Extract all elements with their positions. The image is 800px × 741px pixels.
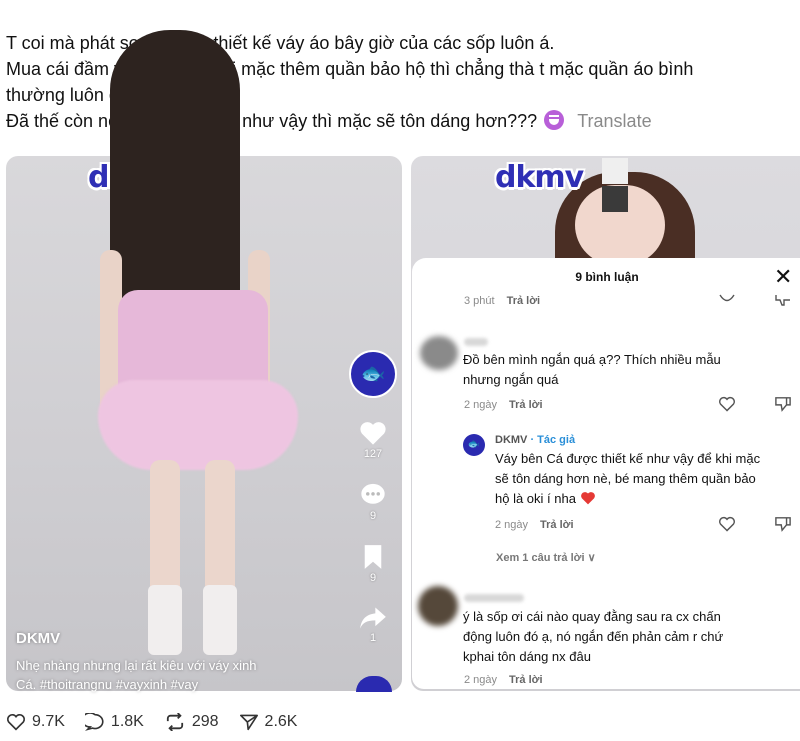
model-leg [150, 460, 180, 600]
fish-avatar-icon[interactable]: 🐟 [349, 350, 397, 398]
comment-line: động luôn đó ạ, nó ngắn đến phản cảm r c… [463, 629, 724, 644]
repost-count: 298 [191, 713, 219, 730]
dkmv-avatar-icon[interactable]: 🐟 [463, 434, 485, 456]
author-name: DKMV [495, 434, 528, 446]
repost-stat[interactable]: 298 [164, 713, 219, 731]
heart-outline-icon[interactable] [718, 294, 736, 306]
video-author[interactable]: DKMV [16, 630, 60, 647]
model-hair [110, 30, 240, 330]
dislike-icon[interactable] [774, 396, 792, 412]
blurred-username [464, 594, 524, 602]
comment-author[interactable]: DKMV · Tác giả [495, 434, 575, 446]
view-more-replies[interactable]: Xem 1 câu trả lời ∨ [496, 551, 596, 564]
laughing-emoji-icon [544, 110, 565, 130]
translate-link[interactable]: Translate [577, 111, 651, 131]
comment-meta: 2 ngày Trả lời [495, 519, 574, 531]
comment-text: ý là sốp ơi cái nào quay đằng sau ra cx … [463, 607, 793, 667]
comment-line: sẽ tôn dáng hơn nè, bé mang thêm quần bả… [495, 471, 756, 486]
pixelated-sticker [602, 158, 628, 184]
comment-line: Váy bên Cá được thiết kế như vậy để khi … [495, 451, 761, 466]
heart-icon [360, 422, 386, 445]
save-action[interactable]: 9 [348, 544, 398, 584]
like-count: 9.7K [32, 713, 65, 730]
comment-time: 2 ngày [495, 519, 529, 531]
comment-icon [361, 483, 385, 504]
model-leg [205, 460, 235, 600]
blurred-username [464, 338, 488, 346]
comment-line: kphai tôn dáng nx đâu [463, 649, 591, 664]
video-actions: 🐟 127 9 9 1 [348, 350, 398, 644]
speech-bubble-icon [84, 713, 104, 731]
reply-count: 1.8K [110, 713, 144, 730]
reply-button[interactable]: Trả lời [509, 399, 543, 411]
reply-button[interactable]: Trả lời [509, 674, 543, 686]
reply-button[interactable]: Trả lời [507, 295, 541, 307]
comments-title: 9 bình luận [575, 270, 639, 284]
caption-line: Nhẹ nhàng nhưng lại rất kiêu với váy xin… [16, 658, 257, 673]
heart-outline-icon[interactable] [718, 396, 736, 412]
comment-time: 2 ngày [464, 399, 498, 411]
share-action[interactable]: 1 [348, 606, 398, 644]
post-action-bar: 9.7K 1.8K 298 2.6K [6, 708, 317, 736]
share-count: 2.6K [264, 713, 298, 730]
save-count: 9 [369, 572, 377, 584]
pixelated-sticker [602, 186, 628, 212]
comment-text: Đồ bên mình ngắn quá ạ?? Thích nhiều mẫu… [463, 350, 793, 390]
share-count: 1 [369, 632, 377, 644]
comment-action[interactable]: 9 [348, 482, 398, 522]
share-stat[interactable]: 2.6K [239, 713, 298, 731]
comment-text: Váy bên Cá được thiết kế như vậy để khi … [495, 449, 800, 509]
comment-meta: 3 phút Trả lời [464, 295, 540, 307]
comment-count: 9 [369, 510, 377, 522]
reply-stat[interactable]: 1.8K [84, 713, 144, 731]
dkmv-logo-right: dkmv [495, 160, 584, 195]
comment-time: 2 ngày [464, 674, 498, 686]
comment-line-text: hộ là oki í nha [495, 491, 576, 506]
like-count: 127 [363, 448, 383, 460]
comment-line: Đồ bên mình ngắn quá ạ?? Thích nhiều mẫu [463, 352, 721, 367]
comment-line: nhưng ngắn quá [463, 372, 559, 387]
reply-button[interactable]: Trả lời [540, 519, 574, 531]
comment-line: hộ là oki í nha [495, 489, 800, 509]
lace-sock [148, 585, 182, 655]
share-arrow-icon [360, 607, 386, 629]
dislike-icon[interactable] [774, 516, 792, 532]
repost-icon [166, 713, 183, 731]
like-action[interactable]: 127 [348, 420, 398, 460]
comment-time: 3 phút [464, 295, 495, 307]
lace-sock [203, 585, 237, 655]
bookmark-icon [364, 545, 382, 569]
close-icon[interactable]: ✕ [774, 266, 792, 288]
video-caption: Nhẹ nhàng nhưng lại rất kiêu với váy xin… [16, 656, 316, 694]
heart-outline-icon[interactable] [718, 516, 736, 532]
comment-line: ý là sốp ơi cái nào quay đằng sau ra cx … [463, 609, 721, 624]
comment-meta: 2 ngày Trả lời [464, 674, 543, 686]
author-tag: · Tác giả [527, 434, 576, 446]
like-stat[interactable]: 9.7K [6, 713, 65, 731]
pink-dress-skirt [98, 380, 298, 470]
post-line-4-text: Đã thế còn nói là váy thiết kế như vậy t… [6, 111, 538, 131]
heart-outline-icon [6, 714, 26, 731]
comment-meta: 2 ngày Trả lời [464, 399, 543, 411]
caption-line: Cá. #thoitrangnu #vayxinh #vay [16, 677, 199, 692]
avatar[interactable] [420, 336, 458, 370]
dislike-icon[interactable] [774, 294, 792, 306]
avatar[interactable] [418, 586, 458, 626]
send-icon [239, 714, 258, 731]
red-heart-icon [580, 492, 595, 505]
